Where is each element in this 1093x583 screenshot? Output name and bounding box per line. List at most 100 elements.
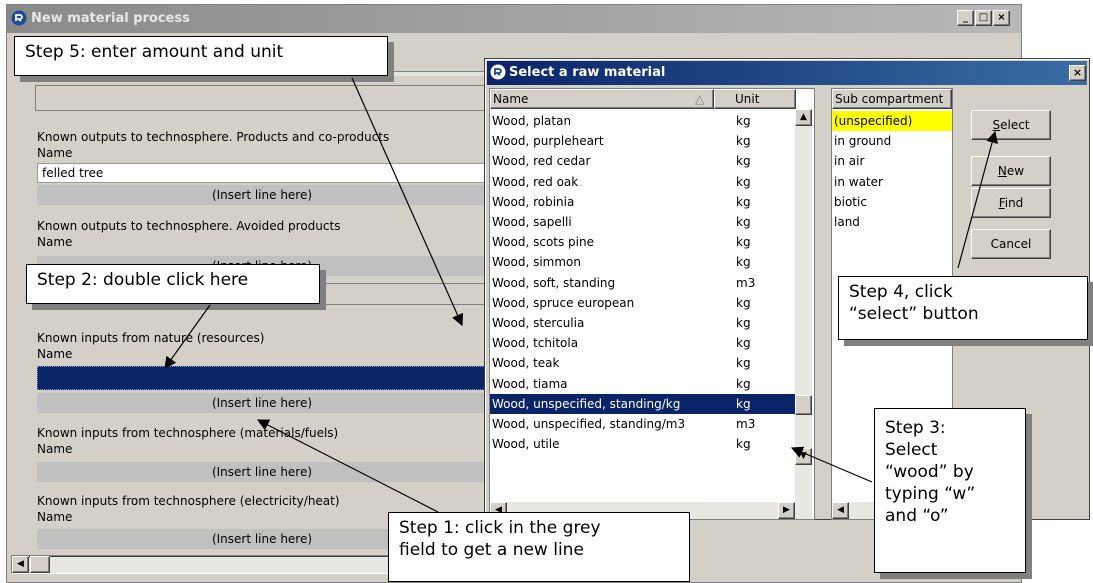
column-header-name[interactable]: Name △ xyxy=(490,89,714,109)
material-row[interactable]: Wood, red cedar kg xyxy=(490,151,795,171)
material-row-unit: kg xyxy=(736,316,751,330)
material-row-name: Wood, robinia xyxy=(492,194,575,209)
material-row-unit: kg xyxy=(736,396,751,411)
scroll-thumb[interactable] xyxy=(30,556,50,573)
products-insert-line[interactable]: (Insert line here) xyxy=(37,185,487,205)
materials-section-label: Known inputs from technosphere (material… xyxy=(37,426,339,440)
material-row-unit: kg xyxy=(736,295,751,310)
callout-step-4-line1: Step 4, click xyxy=(849,282,953,302)
new-button-label: ew xyxy=(1006,164,1025,178)
material-row-unit: kg xyxy=(736,376,751,391)
nature-name-header: Name xyxy=(37,347,73,361)
main-title-bar[interactable]: New material process _ □ × xyxy=(7,5,1021,33)
new-accelerator: N xyxy=(997,164,1007,178)
callout-step-1-line1: Step 1: click in the grey xyxy=(399,518,601,538)
sub-scroll-left-icon[interactable]: ◀ xyxy=(832,502,849,519)
column-header-unit[interactable]: Unit xyxy=(714,89,796,109)
material-row-unit: kg xyxy=(736,235,751,250)
material-row[interactable]: Wood, platan kg xyxy=(490,111,795,131)
material-row[interactable]: Wood, unspecified, standing/m3 m3 xyxy=(490,414,795,434)
callout-step-3-line5: and “o” xyxy=(885,506,949,526)
material-row-unit: m3 xyxy=(736,417,756,431)
material-row-name: Wood, utile xyxy=(492,437,560,452)
material-row-name: Wood, unspecified, standing/m3 xyxy=(492,417,686,431)
select-button[interactable]: Select xyxy=(971,110,1051,140)
callout-step-1-line2: field to get a new line xyxy=(399,540,584,560)
products-row-felled-tree[interactable]: felled tree xyxy=(37,163,487,183)
material-row[interactable]: Wood, sterculia kg xyxy=(490,313,795,333)
material-row[interactable]: Wood, sapelli kg xyxy=(490,212,795,232)
scroll-down-icon[interactable]: ▼ xyxy=(795,448,812,465)
column-header-sub-compartment[interactable]: Sub compartment xyxy=(832,89,952,109)
callout-step-3-line3: “wood” by xyxy=(885,462,974,482)
minimize-button[interactable]: _ xyxy=(957,10,974,26)
material-row[interactable]: Wood, soft, standing m3 xyxy=(490,273,795,293)
material-row-unit: kg xyxy=(736,356,751,371)
sort-ascending-icon: △ xyxy=(695,92,705,106)
material-row-name: Wood, red cedar xyxy=(492,154,591,169)
material-row-unit: kg xyxy=(736,255,751,270)
find-button[interactable]: Find xyxy=(971,188,1051,218)
material-row[interactable]: Wood, spruce european kg xyxy=(490,293,795,313)
close-button[interactable]: × xyxy=(993,10,1010,26)
sub-compartment-row[interactable]: in ground xyxy=(834,131,891,151)
main-window-title: New material process xyxy=(31,11,190,26)
material-row[interactable]: Wood, scots pine kg xyxy=(490,232,795,252)
material-row-unit: kg xyxy=(736,437,751,452)
list-vertical-scrollbar[interactable]: ▲ ▼ xyxy=(795,109,812,502)
products-name-header: Name xyxy=(37,146,73,160)
new-button[interactable]: New xyxy=(971,156,1051,186)
callout-step-3-line4: typing “w” xyxy=(885,484,976,504)
material-row-name: Wood, soft, standing xyxy=(492,275,616,290)
sub-compartment-row[interactable]: land xyxy=(834,212,860,232)
callout-step-2: Step 2: double click here xyxy=(26,264,320,304)
material-row[interactable]: Wood, red oak kg xyxy=(490,172,795,192)
material-row-name: Wood, sterculia xyxy=(492,316,585,330)
material-row[interactable]: Wood, purpleheart kg xyxy=(490,131,795,151)
callout-step-3-line1: Step 3: xyxy=(885,418,946,438)
scroll-up-icon[interactable]: ▲ xyxy=(795,109,812,126)
sub-compartment-row[interactable]: (unspecified) xyxy=(832,111,952,131)
raw-material-list[interactable]: Name △ Unit Wood, platan kg Wood, purplehe… xyxy=(489,88,815,520)
vertical-scroll-thumb[interactable] xyxy=(795,395,812,415)
material-row[interactable]: Wood, tchitola kg xyxy=(490,333,795,353)
material-row[interactable]: Wood, tiama kg xyxy=(490,374,795,394)
material-row-name: Wood, teak xyxy=(492,356,560,371)
material-row-name: Wood, sapelli xyxy=(492,215,572,229)
material-row[interactable]: Wood, teak kg xyxy=(490,353,795,373)
find-button-label: ind xyxy=(1004,196,1024,210)
dialog-title-bar[interactable]: Select a raw material xyxy=(487,61,1087,85)
callout-step-5: Step 5: enter amount and unit xyxy=(14,36,388,76)
sub-compartment-row[interactable]: in water xyxy=(834,172,883,192)
material-row[interactable]: Wood, simmon kg xyxy=(490,252,795,272)
sub-compartment-row[interactable]: biotic xyxy=(834,192,867,212)
material-row-name: Wood, purpleheart xyxy=(492,134,604,149)
dialog-logo-icon xyxy=(490,64,506,83)
material-row-unit: kg xyxy=(736,114,751,128)
material-row[interactable]: Wood, robinia kg xyxy=(490,192,795,212)
material-row[interactable]: Wood, unspecified, standing/kg kg xyxy=(490,393,795,414)
material-row-name: Wood, tchitola xyxy=(492,336,579,351)
select-accelerator: S xyxy=(992,118,1001,132)
material-row-unit: kg xyxy=(736,215,751,229)
products-section-label: Known outputs to technosphere. Products … xyxy=(37,130,390,144)
cancel-button[interactable]: Cancel xyxy=(971,229,1051,259)
scroll-left-icon[interactable]: ◀ xyxy=(12,556,29,573)
maximize-button[interactable]: □ xyxy=(975,10,992,26)
app-logo-icon xyxy=(11,10,27,29)
material-row-name: Wood, unspecified, standing/kg xyxy=(492,396,681,411)
electricity-name-header: Name xyxy=(37,510,73,524)
material-row-unit: kg xyxy=(736,174,751,189)
material-row-unit: m3 xyxy=(736,275,756,290)
nature-insert-line[interactable]: (Insert line here) xyxy=(37,393,487,413)
dialog-close-button[interactable]: × xyxy=(1069,65,1086,81)
material-row-unit: kg xyxy=(736,134,751,149)
material-row-name: Wood, scots pine xyxy=(492,235,594,250)
material-row[interactable]: Wood, utile kg xyxy=(490,434,795,454)
materials-insert-line[interactable]: (Insert line here) xyxy=(37,462,487,482)
callout-step-3: Step 3: Select “wood” by typing “w” and … xyxy=(874,408,1026,573)
sub-compartment-row[interactable]: in air xyxy=(834,151,864,171)
dialog-title: Select a raw material xyxy=(509,65,666,80)
list-scroll-right-icon[interactable]: ▶ xyxy=(778,502,795,519)
material-row-name: Wood, red oak xyxy=(492,174,579,189)
